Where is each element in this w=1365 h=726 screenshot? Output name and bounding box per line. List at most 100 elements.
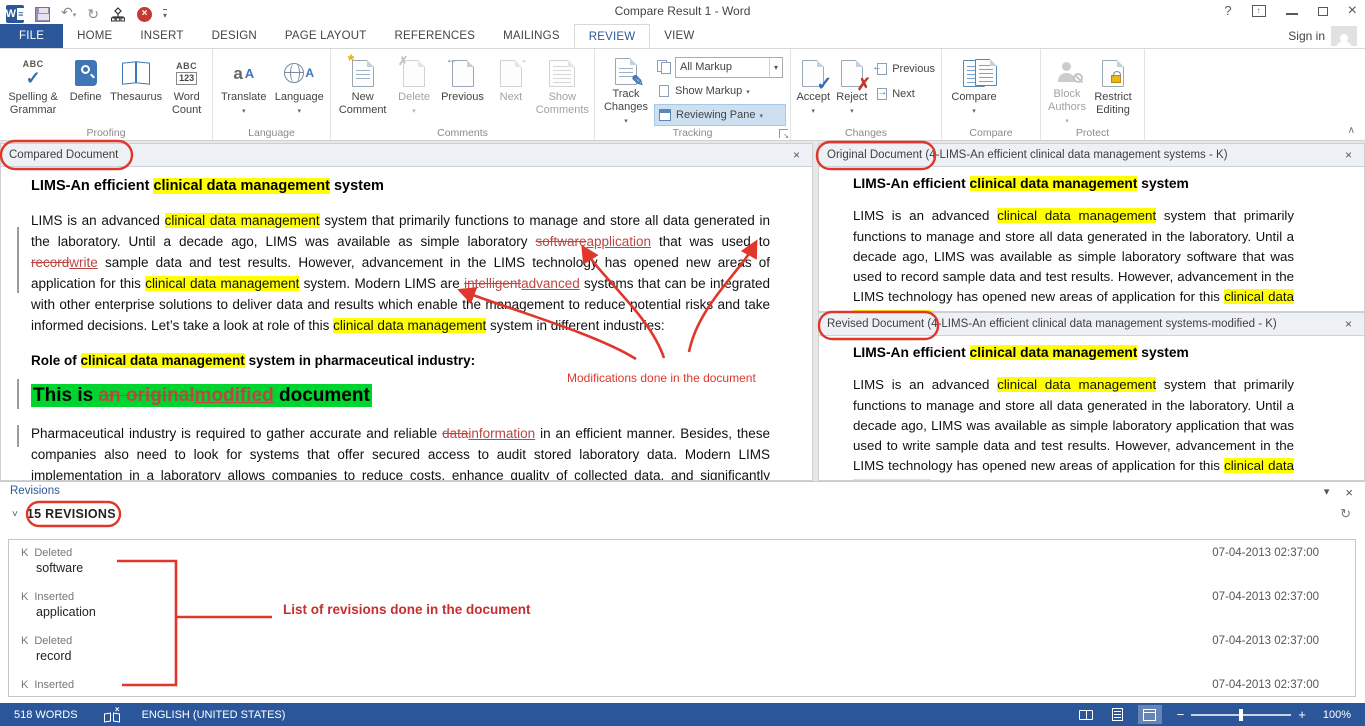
- collapse-ribbon-icon[interactable]: ∧: [1348, 125, 1355, 136]
- language-button[interactable]: A Language ▾: [272, 52, 328, 128]
- restore-icon[interactable]: [1318, 7, 1328, 16]
- tracking-dialog-launcher-icon[interactable]: [779, 129, 788, 138]
- previous-comment-button[interactable]: ← Previous: [437, 52, 488, 128]
- language-icon: A: [284, 55, 314, 91]
- spelling-grammar-button[interactable]: ABC✓ Spelling & Grammar: [3, 52, 63, 128]
- zoom-out-button[interactable]: −: [1177, 707, 1185, 722]
- revision-item[interactable]: KDeleted record 07-04-2013 02:37:00: [21, 635, 1343, 663]
- zoom-level[interactable]: 100%: [1323, 709, 1351, 721]
- avatar[interactable]: [1331, 26, 1357, 46]
- translate-button[interactable]: aA Translate ▾: [216, 52, 272, 128]
- delete-comment-button[interactable]: ✗ Delete ▾: [391, 52, 436, 128]
- web-layout-icon[interactable]: [1138, 705, 1162, 724]
- close-pane-icon[interactable]: ×: [789, 148, 804, 162]
- revision-timestamp: 07-04-2013 02:37:00: [1212, 547, 1319, 559]
- tab-file[interactable]: FILE: [0, 24, 63, 48]
- new-comment-button[interactable]: * New Comment: [334, 52, 391, 128]
- language-status[interactable]: ENGLISH (UNITED STATES): [142, 709, 286, 721]
- group-label-protect: Protect: [1041, 127, 1144, 139]
- next-change-button[interactable]: → Next: [871, 83, 938, 105]
- group-label-proofing: Proofing: [0, 127, 212, 139]
- window-title: Compare Result 1 - Word: [0, 4, 1365, 18]
- revision-text: software: [36, 561, 1343, 575]
- revision-type: Inserted: [34, 679, 74, 691]
- refresh-icon[interactable]: ↻: [1340, 506, 1351, 522]
- block-authors-button[interactable]: Block Authors ▾: [1044, 52, 1090, 128]
- tab-references[interactable]: REFERENCES: [381, 24, 490, 48]
- zoom-in-button[interactable]: +: [1298, 707, 1306, 722]
- changed-line-bar: [17, 379, 19, 409]
- revision-item[interactable]: KInserted 07-04-2013 02:37:00: [21, 679, 1343, 693]
- revised-document-body[interactable]: LIMS-An efficient clinical data manageme…: [819, 336, 1364, 480]
- restrict-editing-button[interactable]: Restrict Editing: [1090, 52, 1136, 128]
- revisions-menu-icon[interactable]: ▾: [1324, 485, 1330, 500]
- sign-in-link[interactable]: Sign in: [1288, 29, 1325, 43]
- ribbon-display-options-icon[interactable]: ↑: [1252, 5, 1266, 17]
- tab-home[interactable]: HOME: [63, 24, 126, 48]
- translate-icon: aA: [233, 55, 254, 91]
- word-count-button[interactable]: ABC123 Word Count: [164, 52, 209, 128]
- reviewing-pane-icon: [658, 108, 672, 122]
- revision-item[interactable]: KInserted application 07-04-2013 02:37:0…: [21, 591, 1343, 619]
- person-icon: [1340, 34, 1348, 42]
- close-revisions-icon[interactable]: ×: [1345, 485, 1353, 500]
- help-icon[interactable]: ?: [1224, 3, 1231, 19]
- compare-button[interactable]: Compare ▾: [945, 52, 1003, 128]
- reject-icon: ✗: [841, 55, 863, 91]
- revisions-pane-title: Revisions: [10, 485, 60, 497]
- group-label-language: Language: [213, 127, 330, 139]
- reject-button[interactable]: ✗ Reject ▾: [833, 52, 872, 128]
- thesaurus-button[interactable]: Thesaurus: [108, 52, 164, 128]
- doc-paragraph: Pharmaceutical industry is required to g…: [31, 423, 770, 480]
- define-button[interactable]: Define: [63, 52, 108, 128]
- close-pane-icon[interactable]: ×: [1341, 148, 1356, 162]
- ribbon-spacer: [1145, 49, 1365, 140]
- revised-document-pane: Revised Document (4-LIMS-An efficient cl…: [818, 312, 1365, 481]
- markup-select[interactable]: All Markup ▾: [675, 57, 783, 78]
- tab-mailings[interactable]: MAILINGS: [489, 24, 574, 48]
- revised-document-title: Revised Document (4-LIMS-An efficient cl…: [827, 318, 1277, 330]
- dropdown-caret: ▾: [850, 105, 854, 118]
- revisions-list[interactable]: KDeleted software 07-04-2013 02:37:00 KI…: [8, 539, 1356, 697]
- ribbon-group-comments: * New Comment ✗ Delete ▾ ← Previous → Ne…: [331, 49, 595, 140]
- accept-button[interactable]: ✓ Accept ▾: [794, 52, 833, 128]
- tab-insert[interactable]: INSERT: [126, 24, 197, 48]
- minimize-icon[interactable]: [1286, 7, 1298, 15]
- revision-author: K: [21, 635, 28, 647]
- group-label-tracking: Tracking: [595, 127, 790, 139]
- compared-document-body[interactable]: LIMS-An efficient clinical data manageme…: [1, 167, 812, 480]
- previous-change-button[interactable]: ← Previous: [871, 58, 938, 80]
- reviewing-pane-button[interactable]: Reviewing Pane ▾: [654, 104, 786, 126]
- dropdown-caret: ▾: [760, 112, 764, 120]
- zoom-slider-handle[interactable]: [1239, 709, 1243, 721]
- tab-view[interactable]: VIEW: [650, 24, 708, 48]
- dropdown-caret: ▾: [746, 88, 750, 96]
- all-markup-icon: [657, 60, 671, 74]
- revision-item[interactable]: KDeleted software 07-04-2013 02:37:00: [21, 547, 1343, 575]
- close-pane-icon[interactable]: ×: [1341, 317, 1356, 331]
- chevron-down-icon[interactable]: ▾: [769, 58, 778, 77]
- dropdown-caret: ▾: [242, 105, 246, 118]
- compared-document-header: Compared Document ×: [1, 144, 812, 167]
- tab-review[interactable]: REVIEW: [574, 24, 651, 48]
- track-changes-icon: ✎: [615, 55, 637, 88]
- collapse-revisions-icon[interactable]: ˅: [12, 509, 18, 520]
- zoom-slider[interactable]: [1191, 714, 1291, 716]
- original-document-body[interactable]: LIMS-An efficient clinical data manageme…: [819, 167, 1364, 311]
- show-markup-button[interactable]: Show Markup ▾: [654, 80, 786, 102]
- tab-design[interactable]: DESIGN: [198, 24, 271, 48]
- close-icon[interactable]: ×: [1348, 3, 1357, 19]
- original-document-header: Original Document (4-LIMS-An efficient c…: [819, 144, 1364, 167]
- status-bar: 518 WORDS × ENGLISH (UNITED STATES) − + …: [0, 703, 1365, 726]
- dropdown-caret: ▾: [297, 105, 301, 118]
- read-mode-icon[interactable]: [1074, 705, 1098, 724]
- tab-page-layout[interactable]: PAGE LAYOUT: [271, 24, 381, 48]
- word-count-status[interactable]: 518 WORDS: [14, 709, 78, 721]
- next-comment-button[interactable]: → Next: [488, 52, 533, 128]
- doc-green-heading-line: This is an originalmodified document: [31, 383, 770, 408]
- track-changes-button[interactable]: ✎ Track Changes ▾: [598, 52, 654, 128]
- revisions-pane-controls: ▾ ×: [1324, 485, 1353, 500]
- proofing-errors-icon[interactable]: ×: [104, 708, 120, 722]
- print-layout-icon[interactable]: [1106, 705, 1130, 724]
- show-comments-button[interactable]: Show Comments: [534, 52, 591, 128]
